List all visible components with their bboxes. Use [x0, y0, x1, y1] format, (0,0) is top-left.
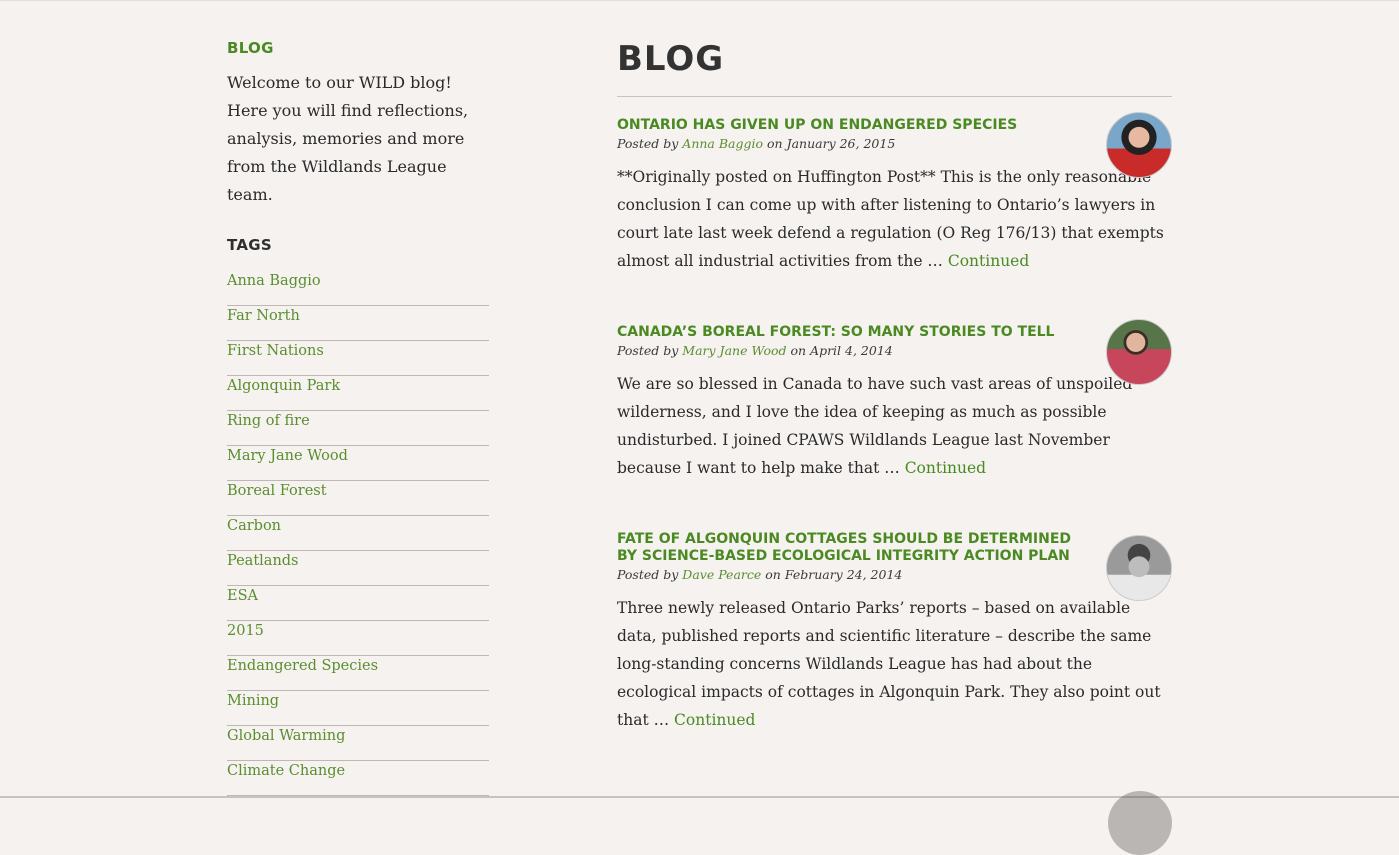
- post-meta: Posted by Anna Baggio on January 26, 201…: [617, 136, 1172, 151]
- sidebar: BLOG Welcome to our WILD blog! Here you …: [227, 39, 489, 796]
- post-date: April 4, 2014: [810, 343, 893, 358]
- tag-item: Carbon: [227, 516, 489, 551]
- tag-link-carbon[interactable]: Carbon: [227, 516, 489, 536]
- blog-post: FATE OF ALGONQUIN COTTAGES SHOULD BE DET…: [617, 531, 1172, 734]
- post-excerpt: Three newly released Ontario Parks’ repo…: [617, 594, 1172, 734]
- tag-item: Ring of fire: [227, 411, 489, 446]
- on-label: on: [767, 136, 783, 151]
- tag-item: Endangered Species: [227, 656, 489, 691]
- tags-heading: TAGS: [227, 236, 272, 254]
- tag-link-mining[interactable]: Mining: [227, 691, 489, 711]
- blog-post: ONTARIO HAS GIVEN UP ON ENDANGERED SPECI…: [617, 112, 1172, 275]
- on-label: on: [790, 343, 807, 358]
- post-date: February 24, 2014: [784, 567, 903, 582]
- post-excerpt: We are so blessed in Canada to have such…: [617, 370, 1172, 482]
- blog-intro: Welcome to our WILD blog! Here you will …: [227, 73, 469, 204]
- tag-list: Anna Baggio Far North First Nations Algo…: [227, 271, 489, 796]
- posted-by-label: Posted by: [617, 343, 679, 358]
- tag-item: Boreal Forest: [227, 481, 489, 516]
- excerpt-text: Three newly released Ontario Parks’ repo…: [617, 599, 1161, 729]
- author-link[interactable]: Anna Baggio: [682, 136, 763, 151]
- blog-post: CANADA’S BOREAL FOREST: SO MANY STORIES …: [617, 319, 1172, 482]
- tag-link-far-north[interactable]: Far North: [227, 306, 489, 326]
- post-title[interactable]: CANADA’S BOREAL FOREST: SO MANY STORIES …: [617, 324, 1087, 341]
- tag-link-ring-of-fire[interactable]: Ring of fire: [227, 411, 489, 431]
- tag-item: Global Warming: [227, 726, 489, 761]
- bottom-divider: [0, 796, 1399, 798]
- post-title[interactable]: ONTARIO HAS GIVEN UP ON ENDANGERED SPECI…: [617, 117, 1087, 134]
- tag-item: Mary Jane Wood: [227, 446, 489, 481]
- tag-item: 2015: [227, 621, 489, 656]
- page-title: BLOG: [617, 39, 1172, 97]
- author-link[interactable]: Dave Pearce: [682, 567, 761, 582]
- excerpt-text: We are so blessed in Canada to have such…: [617, 375, 1133, 477]
- tag-item: Far North: [227, 306, 489, 341]
- post-meta: Posted by Dave Pearce on February 24, 20…: [617, 567, 1172, 582]
- tag-item: ESA: [227, 586, 489, 621]
- post-title[interactable]: FATE OF ALGONQUIN COTTAGES SHOULD BE DET…: [617, 531, 1087, 565]
- post-date: January 26, 2015: [786, 136, 896, 151]
- tag-item: Anna Baggio: [227, 271, 489, 306]
- on-label: on: [765, 567, 781, 582]
- tag-item: Algonquin Park: [227, 376, 489, 411]
- author-avatar[interactable]: [1106, 112, 1172, 178]
- tag-link-2015[interactable]: 2015: [227, 621, 489, 641]
- continued-link[interactable]: Continued: [948, 252, 1029, 270]
- posted-by-label: Posted by: [617, 567, 679, 582]
- post-excerpt: **Originally posted on Huffington Post**…: [617, 163, 1172, 275]
- tag-link-mary-jane-wood[interactable]: Mary Jane Wood: [227, 446, 489, 466]
- author-avatar[interactable]: [1106, 535, 1172, 601]
- tag-link-endangered-species[interactable]: Endangered Species: [227, 656, 489, 676]
- tag-link-global-warming[interactable]: Global Warming: [227, 726, 489, 746]
- tag-link-first-nations[interactable]: First Nations: [227, 341, 489, 361]
- excerpt-text: **Originally posted on Huffington Post**…: [617, 168, 1164, 270]
- post-meta: Posted by Mary Jane Wood on April 4, 201…: [617, 343, 1172, 358]
- tag-link-algonquin-park[interactable]: Algonquin Park: [227, 376, 489, 396]
- tag-link-esa[interactable]: ESA: [227, 586, 489, 606]
- tag-link-climate-change[interactable]: Climate Change: [227, 761, 489, 781]
- tag-item: Peatlands: [227, 551, 489, 586]
- tag-item: Mining: [227, 691, 489, 726]
- author-avatar[interactable]: [1106, 319, 1172, 385]
- tag-link-peatlands[interactable]: Peatlands: [227, 551, 489, 571]
- next-post-avatar[interactable]: [1108, 791, 1172, 855]
- tag-link-boreal-forest[interactable]: Boreal Forest: [227, 481, 489, 501]
- tag-item: Climate Change: [227, 761, 489, 796]
- sidebar-blog-heading: BLOG: [227, 39, 274, 57]
- tag-link-anna-baggio[interactable]: Anna Baggio: [227, 271, 489, 291]
- posted-by-label: Posted by: [617, 136, 679, 151]
- continued-link[interactable]: Continued: [905, 459, 986, 477]
- blog-main: BLOG ONTARIO HAS GIVEN UP ON ENDANGERED …: [617, 39, 1172, 734]
- continued-link[interactable]: Continued: [674, 711, 755, 729]
- tag-item: First Nations: [227, 341, 489, 376]
- author-link[interactable]: Mary Jane Wood: [682, 343, 786, 358]
